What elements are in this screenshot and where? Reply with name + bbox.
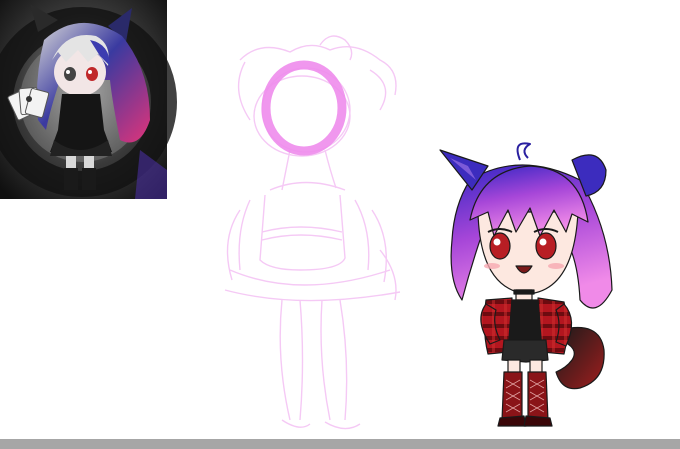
bottom-scrollbar[interactable]: [0, 439, 680, 449]
reference-avatar: [0, 0, 177, 199]
pink-sketch: [224, 35, 401, 430]
pink-halo: [261, 60, 347, 156]
finished-character: [439, 142, 613, 427]
drawing-canvas: [0, 0, 613, 430]
